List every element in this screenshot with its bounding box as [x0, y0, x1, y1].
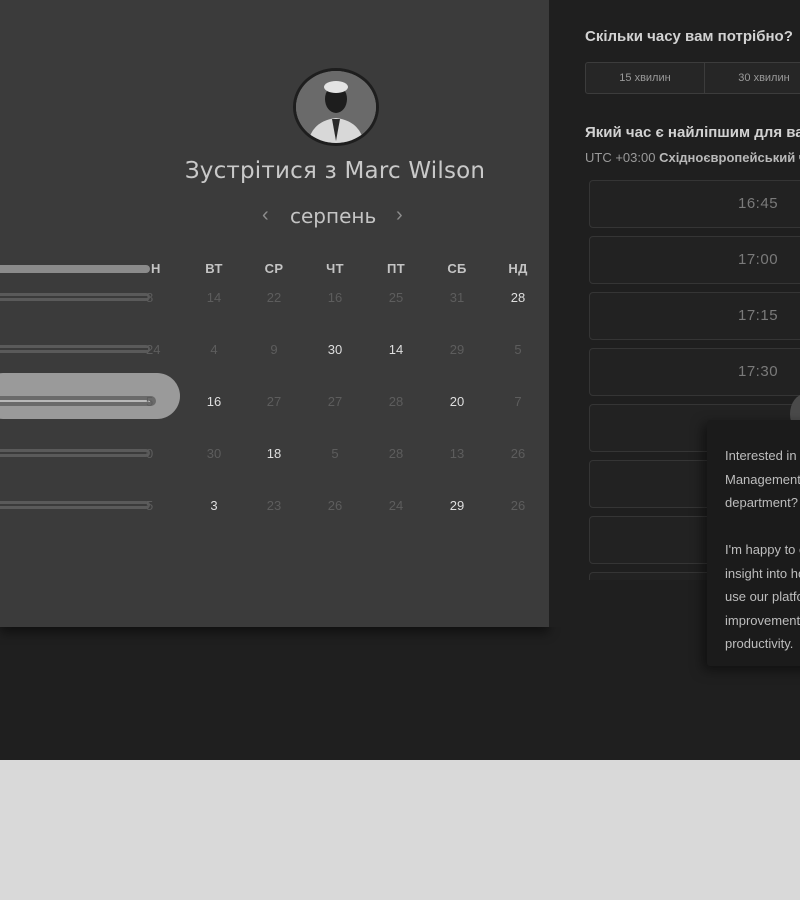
calendar-panel: Зустрітися з Marc Wilson ‹ серпень › Н В…: [0, 0, 549, 627]
time-slot-label: 17:30: [738, 363, 779, 380]
calendar-day[interactable]: 22: [254, 290, 294, 305]
day-name-thu: ЧТ: [326, 261, 344, 276]
calendar-day[interactable]: 18: [254, 446, 294, 461]
calendar-day[interactable]: 4: [194, 342, 234, 357]
avatar: [293, 68, 379, 146]
calendar-day[interactable]: 5: [146, 394, 166, 409]
info-popup: Interested in learning more about Manage…: [707, 420, 800, 666]
calendar-week-row: 24 4 9 30 14 29 5: [0, 336, 549, 366]
calendar-day[interactable]: 28: [376, 394, 416, 409]
row-bar-line: [0, 348, 148, 350]
calendar-day[interactable]: 26: [315, 498, 355, 513]
calendar-day[interactable]: 29: [437, 498, 477, 513]
day-name-sat: СБ: [447, 261, 467, 276]
calendar-day[interactable]: 29: [437, 342, 477, 357]
scheduler-window: Зустрітися з Marc Wilson ‹ серпень › Н В…: [0, 0, 800, 760]
calendar-week-row: 8 14 22 16 25 31 28: [0, 284, 549, 314]
person-icon: [296, 71, 376, 143]
calendar-week-row: 5 3 23 26 24 29 26: [0, 492, 549, 522]
row-bar-line: [0, 504, 148, 506]
calendar-day[interactable]: 27: [254, 394, 294, 409]
chevron-right-icon[interactable]: ›: [396, 204, 403, 227]
calendar-day[interactable]: 27: [315, 394, 355, 409]
calendar-day[interactable]: 28: [498, 290, 538, 305]
day-name-sun: НД: [508, 261, 528, 276]
timezone-label: UTC +03:00 Східноєвропейський час: [585, 150, 800, 165]
time-slot[interactable]: 16:45: [589, 180, 800, 228]
calendar-day[interactable]: 30: [315, 342, 355, 357]
popup-message: Interested in learning more about Manage…: [725, 448, 800, 651]
row-bar-line: [0, 452, 148, 454]
time-slot[interactable]: 17:00: [589, 236, 800, 284]
duration-option-30[interactable]: 30 хвилин: [704, 63, 800, 93]
day-name-fri: ПТ: [387, 261, 405, 276]
calendar-day[interactable]: 5: [315, 446, 355, 461]
calendar-day[interactable]: 26: [498, 446, 538, 461]
duration-question: Скільки часу вам потрібно?: [585, 28, 793, 45]
time-slot-label: 17:00: [738, 251, 779, 268]
calendar-day[interactable]: 8: [146, 290, 166, 305]
selected-row-bar-line: [0, 400, 150, 402]
day-name-tue: ВТ: [205, 261, 223, 276]
calendar-day[interactable]: 24: [146, 342, 166, 357]
month-label: серпень: [290, 204, 377, 228]
duration-option-15[interactable]: 15 хвилин: [586, 63, 704, 93]
calendar-day[interactable]: 5: [146, 498, 166, 513]
calendar-day[interactable]: 30: [194, 446, 234, 461]
chevron-left-icon[interactable]: ‹: [262, 204, 269, 227]
row-bar-line: [0, 296, 148, 298]
calendar-day[interactable]: 31: [437, 290, 477, 305]
calendar-day[interactable]: 3: [194, 498, 234, 513]
calendar-day[interactable]: 24: [376, 498, 416, 513]
calendar-day[interactable]: 26: [498, 498, 538, 513]
calendar-week-row: 5 16 27 27 28 20 7: [0, 373, 549, 419]
weekday-header: ВТ СР ЧТ ПТ СБ НД: [0, 261, 549, 279]
duration-selector: 15 хвилин 30 хвилин: [585, 62, 800, 94]
calendar-day[interactable]: 14: [194, 290, 234, 305]
calendar-day[interactable]: 23: [254, 498, 294, 513]
calendar-day[interactable]: 20: [437, 394, 477, 409]
calendar-day[interactable]: 25: [376, 290, 416, 305]
calendar-day[interactable]: 5: [498, 342, 538, 357]
timezone-offset: UTC +03:00: [585, 150, 656, 165]
calendar-day[interactable]: 13: [437, 446, 477, 461]
calendar-day[interactable]: 9: [254, 342, 294, 357]
calendar-day[interactable]: 28: [376, 446, 416, 461]
time-slot[interactable]: 17:30: [589, 348, 800, 396]
time-question: Який час є найліпшим для вас?: [585, 124, 800, 141]
day-name-wed: СР: [264, 261, 284, 276]
calendar-day[interactable]: 0: [146, 446, 166, 461]
calendar-day[interactable]: 16: [315, 290, 355, 305]
time-slot-label: 16:45: [738, 195, 779, 212]
calendar-day[interactable]: 7: [498, 394, 538, 409]
calendar-week-row: 0 30 18 5 28 13 26: [0, 440, 549, 470]
time-slot[interactable]: 17:15: [589, 292, 800, 340]
timezone-name: Східноєвропейський час: [659, 150, 800, 165]
calendar-day[interactable]: 14: [376, 342, 416, 357]
calendar-day[interactable]: 16: [194, 394, 234, 409]
time-slot-label: 17:15: [738, 307, 779, 324]
